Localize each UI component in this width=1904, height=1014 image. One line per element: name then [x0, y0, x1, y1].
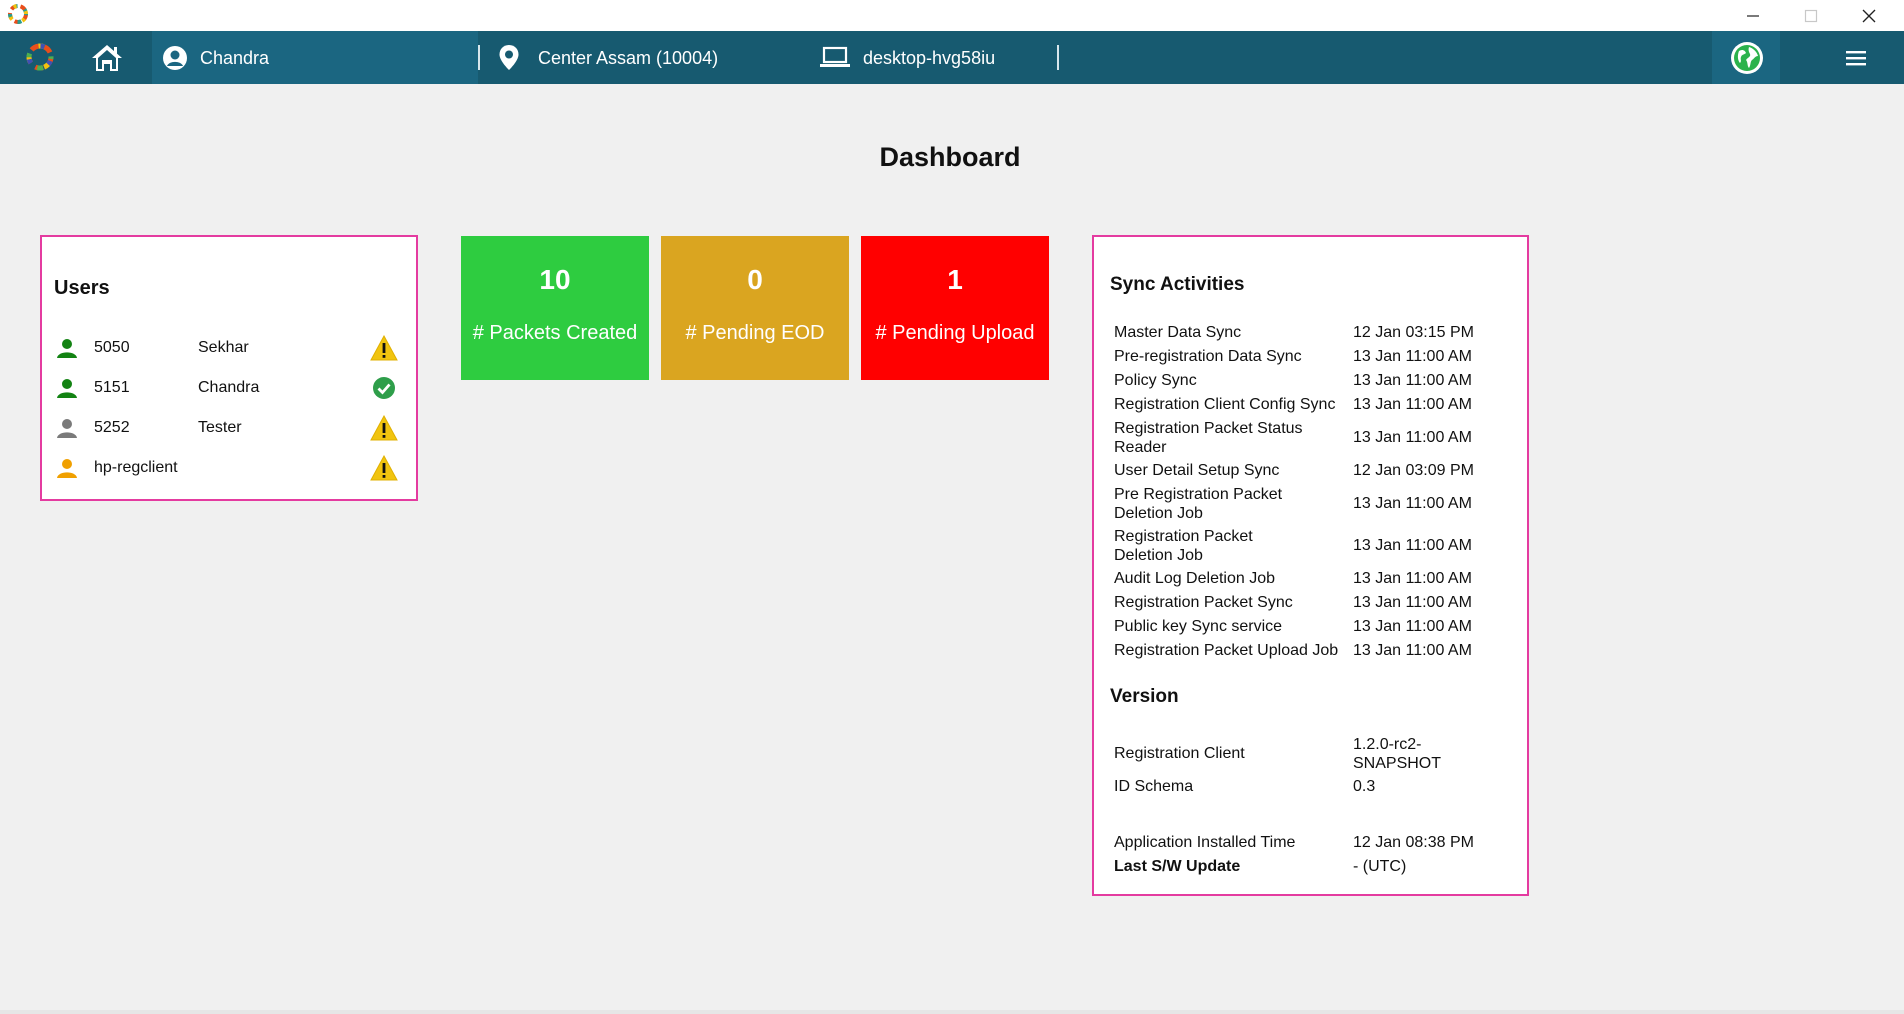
user-icon: [57, 339, 77, 358]
sync-time: 13 Jan 11:00 AM: [1353, 570, 1472, 587]
warning-icon: [370, 415, 398, 441]
version-name: Last S/W Update: [1114, 858, 1241, 875]
sync-time: 13 Jan 11:00 AM: [1353, 537, 1472, 554]
user-id: hp-regclient: [94, 459, 178, 476]
nav-divider: [478, 45, 480, 70]
home-icon[interactable]: [90, 42, 124, 74]
user-name: Chandra: [198, 379, 260, 396]
sync-time: 13 Jan 11:00 AM: [1353, 495, 1472, 512]
tile-count: 0: [747, 264, 763, 295]
user-row[interactable]: hp-regclient: [42, 454, 416, 484]
window-bottom-edge: [0, 1010, 1904, 1014]
online-status[interactable]: [1712, 31, 1780, 84]
location-pin-icon: [499, 45, 519, 70]
page-title: Dashboard: [879, 142, 1021, 172]
user-row[interactable]: 5252 Tester: [42, 414, 416, 444]
user-name: Tester: [198, 419, 242, 436]
sync-time: 13 Jan 11:00 AM: [1353, 348, 1472, 365]
close-icon: [1862, 9, 1876, 22]
version-name: Application Installed Time: [1114, 834, 1296, 851]
version-title: Version: [1110, 686, 1179, 707]
packets-created-tile[interactable]: 10 # Packets Created: [461, 236, 649, 380]
tile-label: # Pending EOD: [685, 322, 825, 344]
minimize-button[interactable]: [1724, 0, 1782, 31]
users-panel: Users 5050 Sekhar 5151 Chandra 5252 Test…: [40, 235, 418, 501]
sync-name: Pre Registration Packet Deletion Job: [1114, 486, 1283, 522]
warning-icon: [370, 335, 398, 361]
close-button[interactable]: [1840, 0, 1898, 31]
minimize-icon: [1747, 14, 1759, 17]
sync-name: Registration Packet Status Reader: [1114, 420, 1303, 456]
mosip-logo-icon[interactable]: [24, 41, 56, 73]
sync-time: 13 Jan 11:00 AM: [1353, 594, 1472, 611]
version-value: - (UTC): [1353, 858, 1407, 875]
sync-time: 13 Jan 11:00 AM: [1353, 429, 1472, 446]
sync-name: Registration Packet Sync: [1114, 594, 1293, 611]
user-name: Chandra: [200, 48, 270, 68]
sync-activities-panel: Sync Activities Master Data Sync 12 Jan …: [1092, 235, 1529, 896]
sync-name: Master Data Sync: [1114, 324, 1242, 341]
tile-label: # Packets Created: [472, 322, 638, 344]
sync-name: Registration Client Config Sync: [1114, 396, 1336, 413]
sync-time: 12 Jan 03:15 PM: [1353, 324, 1474, 341]
pending-upload-tile[interactable]: 1 # Pending Upload: [861, 236, 1049, 380]
user-id: 5050: [94, 339, 130, 356]
window-title-bar: [0, 0, 1904, 31]
sync-name: Policy Sync: [1114, 372, 1197, 389]
version-name: ID Schema: [1114, 778, 1194, 795]
version-value: 1.2.0-rc2-SNAPSHOT: [1353, 736, 1442, 772]
user-icon: [57, 459, 77, 478]
laptop-icon: [820, 46, 850, 67]
sync-time: 13 Jan 11:00 AM: [1353, 618, 1472, 635]
sync-time: 13 Jan 11:00 AM: [1353, 642, 1472, 659]
sync-time: 13 Jan 11:00 AM: [1353, 396, 1472, 413]
user-id: 5151: [94, 379, 130, 396]
sync-name: Pre-registration Data Sync: [1114, 348, 1302, 365]
globe-online-icon: [1731, 42, 1763, 74]
sync-time: 12 Jan 03:09 PM: [1353, 462, 1474, 479]
version-name: Registration Client: [1114, 745, 1245, 762]
sync-name: Registration Packet Upload Job: [1114, 642, 1339, 659]
hamburger-menu-icon[interactable]: [1845, 49, 1867, 67]
user-icon: [57, 379, 77, 398]
pending-eod-tile[interactable]: 0 # Pending EOD: [661, 236, 849, 380]
sync-name: Audit Log Deletion Job: [1114, 570, 1275, 587]
users-title: Users: [54, 277, 110, 299]
top-nav-bar: Chandra Center Assam (10004) desktop-hvg…: [0, 31, 1904, 84]
maximize-button[interactable]: [1782, 0, 1840, 31]
nav-divider: [1057, 45, 1059, 70]
app-logo-icon: [8, 4, 28, 24]
user-icon: [57, 419, 77, 438]
version-value: 0.3: [1353, 778, 1376, 795]
user-info: Chandra: [152, 31, 478, 84]
machine-name: desktop-hvg58iu: [863, 48, 996, 68]
check-circle-icon: [373, 377, 395, 399]
user-row[interactable]: 5151 Chandra: [42, 374, 416, 404]
sync-name: User Detail Setup Sync: [1114, 462, 1280, 479]
user-name: Sekhar: [198, 339, 249, 356]
tile-label: # Pending Upload: [875, 322, 1035, 344]
warning-icon: [370, 455, 398, 481]
user-avatar-icon: [163, 46, 187, 70]
tile-count: 1: [947, 264, 963, 295]
center-name: Center Assam (10004): [538, 48, 719, 68]
user-row[interactable]: 5050 Sekhar: [42, 334, 416, 364]
user-id: 5252: [94, 419, 130, 436]
version-value: 12 Jan 08:38 PM: [1353, 834, 1474, 851]
sync-name: Registration Packet Deletion Job: [1114, 528, 1253, 564]
sync-activities-title: Sync Activities: [1110, 274, 1245, 295]
sync-time: 13 Jan 11:00 AM: [1353, 372, 1472, 389]
tile-count: 10: [539, 264, 571, 295]
maximize-icon: [1804, 9, 1818, 22]
sync-name: Public key Sync service: [1114, 618, 1283, 635]
